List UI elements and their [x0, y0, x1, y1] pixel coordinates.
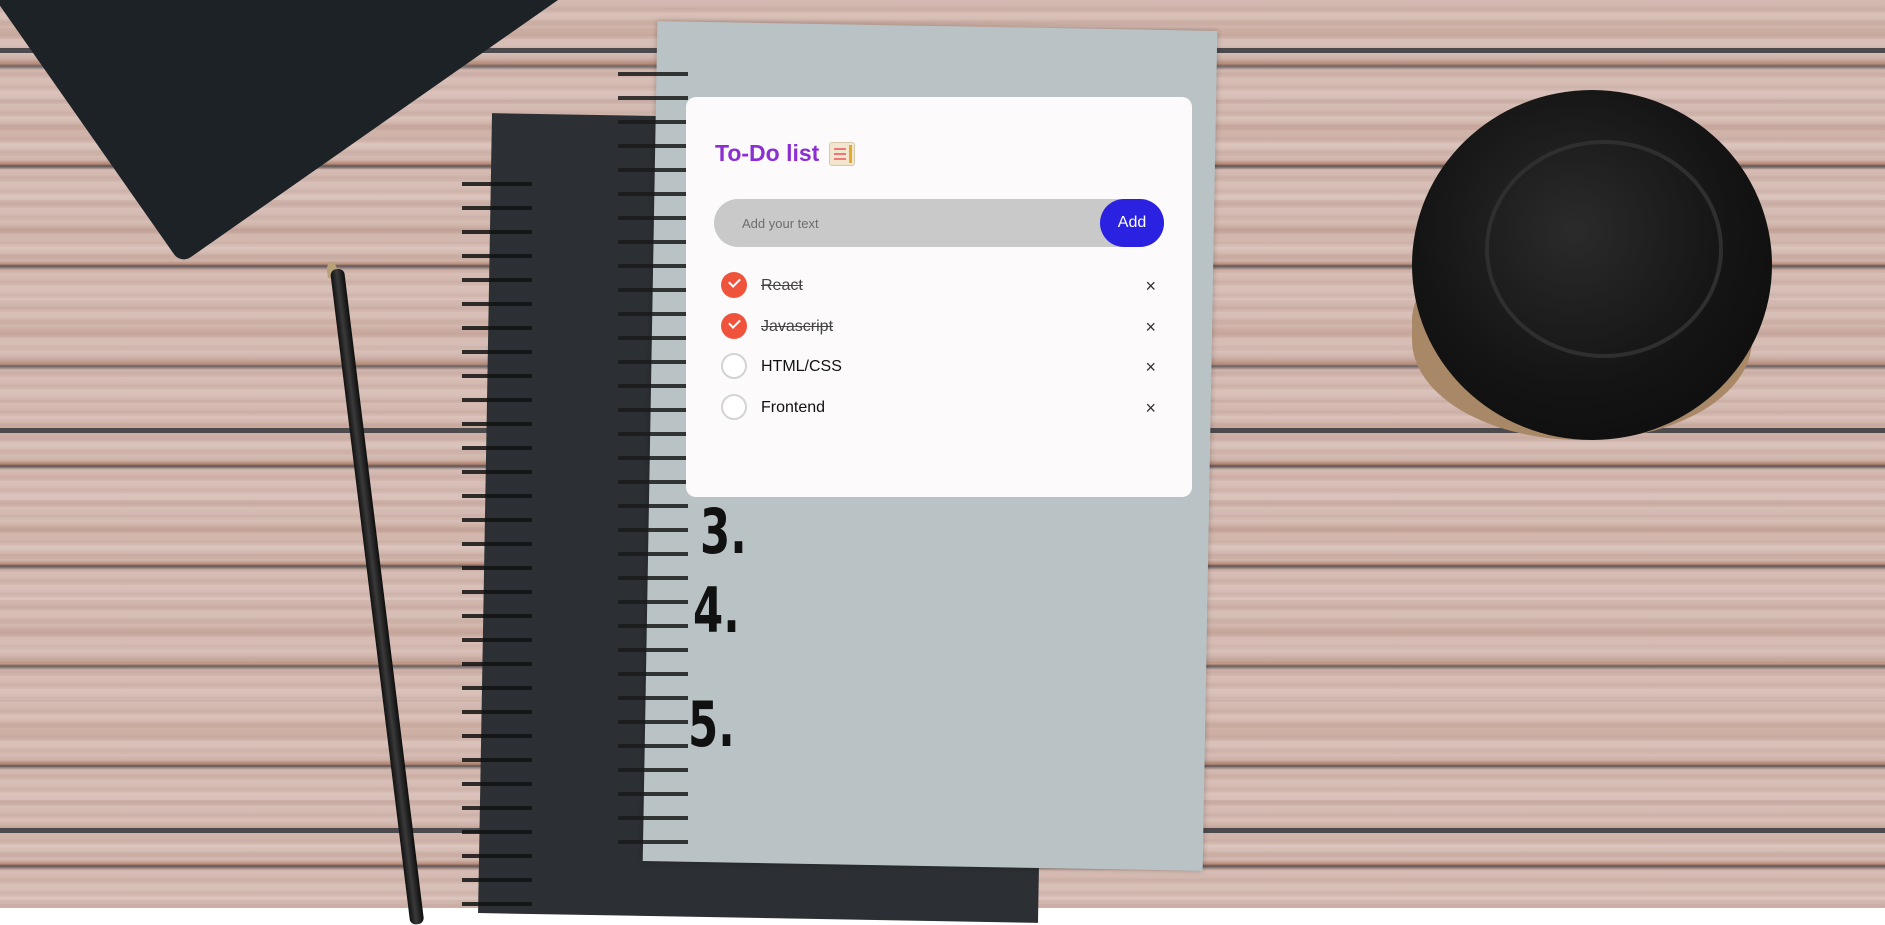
- add-todo-bar: Add: [714, 199, 1164, 247]
- todo-item[interactable]: HTML/CSS ×: [721, 353, 1166, 394]
- notebook-number: 3.: [700, 495, 747, 568]
- todo-item[interactable]: Frontend ×: [721, 393, 1166, 435]
- add-button[interactable]: Add: [1100, 199, 1164, 247]
- todo-card: To-Do list Add React × Javascript × HTML…: [686, 97, 1192, 497]
- todo-list: React × Javascript × HTML/CSS × Frontend…: [721, 272, 1166, 434]
- todo-label[interactable]: React: [761, 277, 803, 295]
- todo-label[interactable]: Javascript: [761, 318, 833, 336]
- clipboard-list-icon: [829, 141, 856, 166]
- coffee-cup-rim: [1485, 140, 1723, 358]
- todo-label[interactable]: HTML/CSS: [761, 358, 842, 376]
- todo-item[interactable]: React ×: [721, 272, 1166, 313]
- checkbox-checked-icon[interactable]: [721, 272, 747, 298]
- checkbox-checked-icon[interactable]: [721, 312, 747, 339]
- page-title: To-Do list: [715, 140, 820, 166]
- notebook-number: 4.: [693, 574, 740, 647]
- close-icon[interactable]: ×: [1145, 357, 1156, 377]
- checkbox-unchecked-icon[interactable]: [721, 393, 747, 420]
- todo-text-input[interactable]: [714, 199, 1094, 247]
- notebook-number: 5.: [688, 688, 735, 761]
- checkbox-unchecked-icon[interactable]: [721, 353, 747, 379]
- notebook-rings: [462, 170, 532, 910]
- notebook-rings: [618, 60, 688, 860]
- title-row: To-Do list: [715, 140, 856, 167]
- close-icon[interactable]: ×: [1145, 276, 1156, 296]
- todo-label[interactable]: Frontend: [761, 399, 825, 417]
- close-icon[interactable]: ×: [1145, 398, 1156, 418]
- todo-item[interactable]: Javascript ×: [721, 312, 1166, 354]
- close-icon[interactable]: ×: [1145, 317, 1156, 337]
